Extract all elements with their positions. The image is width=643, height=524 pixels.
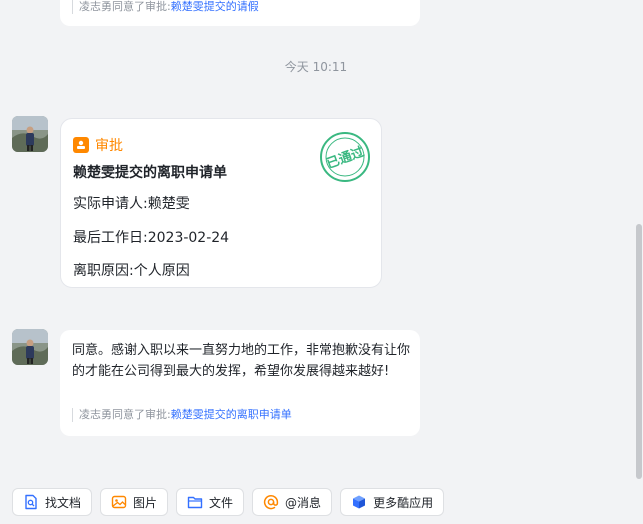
- approval-quote: 凌志勇同意了审批:赖楚雯提交的离职申请单: [72, 408, 292, 422]
- approval-quote: 凌志勇同意了审批:赖楚雯提交的请假: [72, 0, 259, 14]
- find-doc-button[interactable]: 找文档: [12, 488, 93, 516]
- field-key: 实际申请人:: [73, 196, 148, 212]
- quote-link[interactable]: 赖楚雯提交的离职申请单: [171, 408, 292, 421]
- mention-button[interactable]: @消息: [252, 488, 333, 516]
- approved-stamp-icon: 已通过: [320, 132, 370, 182]
- search-doc-icon: [23, 494, 39, 510]
- file-label: 文件: [209, 495, 234, 510]
- more-apps-label: 更多酷应用: [373, 495, 434, 510]
- approval-card-header: 审批: [73, 135, 123, 155]
- quote-prefix: 凌志勇同意了审批:: [79, 0, 171, 13]
- field-applicant: 实际申请人:赖楚雯: [73, 193, 190, 213]
- approval-header-label: 审批: [95, 138, 123, 154]
- reply-message-text: 同意。感谢入职以来一直努力地的工作，非常抱歉没有让你的才能在公司得到最大的发挥，…: [72, 343, 411, 379]
- quote-prefix: 凌志勇同意了审批:: [79, 408, 171, 421]
- reply-message-card[interactable]: 同意。感谢入职以来一直努力地的工作，非常抱歉没有让你的才能在公司得到最大的发挥，…: [60, 330, 420, 436]
- app-cube-icon: [351, 494, 367, 510]
- field-value: 赖楚雯: [147, 196, 190, 212]
- file-button[interactable]: 文件: [176, 488, 245, 516]
- avatar[interactable]: [12, 116, 48, 152]
- approval-icon: [73, 137, 89, 153]
- image-icon: [111, 494, 127, 510]
- approval-card[interactable]: 审批 赖楚雯提交的离职申请单 实际申请人:赖楚雯 最后工作日:2023-02-2…: [60, 118, 382, 288]
- field-reason: 离职原因:个人原因: [73, 260, 190, 280]
- scrollbar[interactable]: [636, 224, 642, 479]
- mention-label: @消息: [285, 495, 322, 510]
- at-icon: [263, 494, 279, 510]
- time-divider: 今天 10:11: [284, 60, 348, 74]
- find-doc-label: 找文档: [45, 495, 82, 510]
- field-value: 2023-02-24: [147, 230, 230, 246]
- approval-title: 赖楚雯提交的离职申请单: [73, 165, 227, 181]
- field-key: 离职原因:: [73, 263, 134, 279]
- quote-link[interactable]: 赖楚雯提交的请假: [171, 0, 259, 13]
- image-button[interactable]: 图片: [100, 488, 169, 516]
- field-last-workday: 最后工作日:2023-02-24: [73, 227, 229, 247]
- field-key: 最后工作日:: [73, 230, 148, 246]
- chat-panel: 凌志勇同意了审批:赖楚雯提交的请假 今天 10:11 审批 赖楚雯提交的离职申请…: [0, 0, 643, 524]
- more-apps-button[interactable]: 更多酷应用: [340, 488, 445, 516]
- field-value: 个人原因: [133, 263, 190, 279]
- avatar[interactable]: [12, 329, 48, 365]
- quick-action-toolbar: 找文档 图片 文件 @消息 更多酷应用: [12, 488, 445, 516]
- previous-message-card: 凌志勇同意了审批:赖楚雯提交的请假: [60, 0, 420, 26]
- image-label: 图片: [133, 495, 158, 510]
- folder-icon: [187, 494, 203, 510]
